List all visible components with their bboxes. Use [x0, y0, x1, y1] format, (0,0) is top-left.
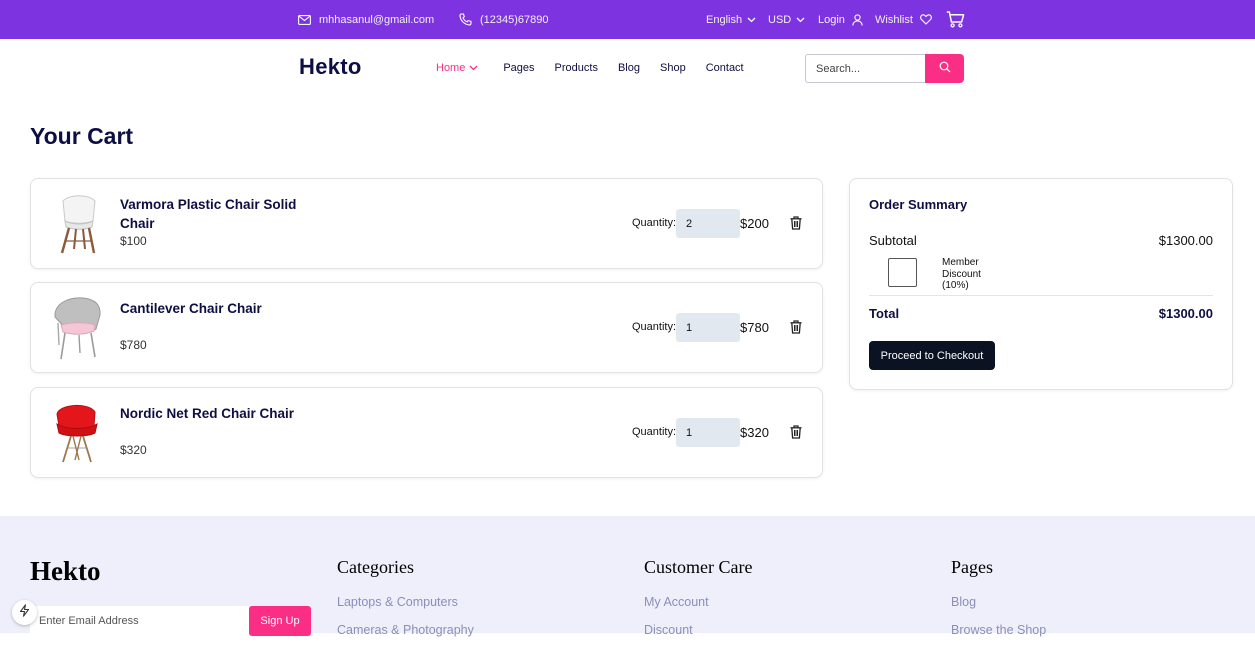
trash-icon [790, 425, 802, 443]
nav-item-blog[interactable]: Blog [618, 62, 640, 74]
product-image-red-chair [49, 400, 105, 466]
quantity-input[interactable] [676, 209, 740, 238]
quantity-label: Quantity: [632, 426, 677, 438]
nav-item-label: Home [436, 62, 466, 74]
nav-item-shop[interactable]: Shop [660, 62, 686, 74]
chevron-down-icon [796, 17, 805, 23]
search-bar [805, 54, 964, 83]
unit-price: $100 [120, 234, 147, 248]
currency-value: USD [768, 13, 792, 26]
line-total: $320 [740, 425, 769, 440]
nav-item-pages[interactable]: Pages [503, 62, 534, 74]
footer: Hekto Sign Up Categories Laptops & Compu… [0, 516, 1255, 637]
member-discount: Member Discount (10%) [869, 257, 1213, 291]
summary-title: Order Summary [869, 197, 968, 212]
search-icon [939, 60, 951, 78]
language-value: English [706, 13, 743, 26]
wishlist-label: Wishlist [875, 13, 913, 26]
nav-item-contact[interactable]: Contact [706, 62, 744, 74]
chevron-down-icon [469, 62, 478, 74]
footer-column-title: Customer Care [644, 557, 753, 577]
total-label: Total [869, 306, 900, 321]
main-nav: Hekto Home Pages Products Blog Shop Cont… [0, 39, 1255, 99]
contact-email[interactable]: mhhasanul@gmail.com [298, 0, 434, 39]
divider [869, 295, 1213, 296]
product-name[interactable]: Varmora Plastic Chair Solid Chair [120, 195, 320, 233]
line-total: $200 [740, 216, 769, 231]
cart-button[interactable] [946, 0, 965, 39]
cart-item: Varmora Plastic Chair Solid Chair $100 Q… [30, 178, 823, 269]
subtotal-label: Subtotal [869, 233, 917, 248]
top-bar: mhhasanul@gmail.com (12345)67890 English… [0, 0, 1255, 39]
currency-select[interactable]: USD [768, 0, 805, 39]
footer-link[interactable]: Discount [644, 623, 752, 637]
wishlist-link[interactable]: Wishlist [875, 0, 932, 39]
total-row: Total $1300.00 [869, 306, 1213, 321]
product-image-cantilever-chair [49, 295, 105, 361]
bolt-icon [19, 603, 30, 622]
phone-icon [459, 13, 472, 26]
quantity-label: Quantity: [632, 217, 677, 229]
nav-item-home[interactable]: Home [436, 62, 478, 74]
newsletter-form: Sign Up [30, 606, 311, 636]
trash-icon [790, 216, 802, 234]
site-logo[interactable]: Hekto [299, 54, 362, 80]
cart-item: Nordic Net Red Chair Chair $320 Quantity… [30, 387, 823, 478]
user-icon [852, 13, 863, 26]
delete-button[interactable] [790, 216, 802, 230]
product-name[interactable]: Cantilever Chair Chair [120, 299, 320, 318]
nav-menu: Home Pages Products Blog Shop Contact [436, 39, 764, 97]
footer-column-customer-care: Customer Care My Account Discount [644, 557, 752, 651]
quantity-label: Quantity: [632, 321, 677, 333]
nav-item-products[interactable]: Products [555, 62, 598, 74]
language-select[interactable]: English [706, 0, 756, 39]
total-value: $1300.00 [1158, 306, 1213, 321]
page-title: Your Cart [30, 123, 134, 149]
quantity-input[interactable] [676, 418, 740, 447]
phone-text: (12345)67890 [480, 13, 549, 26]
footer-link[interactable]: Browse the Shop [951, 623, 1046, 637]
product-image-white-chair [49, 191, 105, 257]
footer-link[interactable]: Blog [951, 595, 1046, 609]
member-discount-label: Member Discount (10%) [942, 257, 981, 291]
unit-price: $320 [120, 443, 147, 457]
cart-item: Cantilever Chair Chair $780 Quantity: $7… [30, 282, 823, 373]
cart-icon [946, 11, 965, 28]
chevron-down-icon [747, 17, 756, 23]
newsletter-email-input[interactable] [30, 606, 249, 636]
quantity-input[interactable] [676, 313, 740, 342]
subtotal-value: $1300.00 [1158, 233, 1213, 248]
checkout-button[interactable]: Proceed to Checkout [869, 341, 995, 370]
search-input[interactable] [805, 54, 925, 83]
product-name[interactable]: Nordic Net Red Chair Chair [120, 404, 320, 423]
mail-icon [298, 14, 311, 25]
floating-action-button[interactable] [12, 600, 37, 625]
delete-button[interactable] [790, 320, 802, 334]
trash-icon [790, 320, 802, 338]
footer-column-title: Categories [337, 557, 414, 577]
member-discount-checkbox[interactable] [888, 258, 917, 287]
login-link[interactable]: Login [818, 0, 863, 39]
signup-button[interactable]: Sign Up [249, 606, 311, 636]
line-total: $780 [740, 320, 769, 335]
footer-column-categories: Categories Laptops & Computers Cameras &… [337, 557, 474, 651]
footer-link[interactable]: My Account [644, 595, 752, 609]
subtotal-row: Subtotal $1300.00 [869, 233, 1213, 248]
footer-logo: Hekto [30, 556, 101, 586]
login-label: Login [818, 13, 845, 26]
delete-button[interactable] [790, 425, 802, 439]
heart-icon [920, 14, 932, 25]
email-text: mhhasanul@gmail.com [319, 13, 435, 26]
footer-column-title: Pages [951, 557, 993, 577]
footer-link[interactable]: Laptops & Computers [337, 595, 474, 609]
contact-phone[interactable]: (12345)67890 [459, 0, 549, 39]
footer-link[interactable]: Cameras & Photography [337, 623, 474, 637]
unit-price: $780 [120, 338, 147, 352]
order-summary: Order Summary Subtotal $1300.00 Member D… [849, 178, 1233, 390]
search-button[interactable] [925, 54, 964, 83]
footer-column-pages: Pages Blog Browse the Shop [951, 557, 1046, 651]
